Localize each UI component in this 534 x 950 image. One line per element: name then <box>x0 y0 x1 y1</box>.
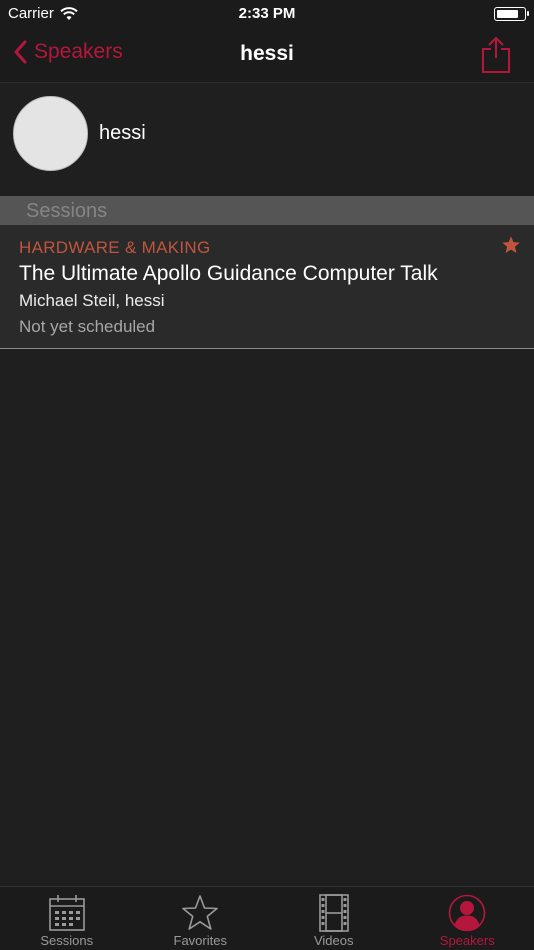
back-button-label: Speakers <box>34 40 123 63</box>
back-button[interactable]: Speakers <box>14 40 123 64</box>
share-icon[interactable] <box>480 36 512 74</box>
sessions-section-header: Sessions <box>0 196 534 225</box>
tab-favorites-label: Favorites <box>173 933 227 948</box>
speaker-header: hessi <box>0 84 534 196</box>
battery-fill <box>497 10 519 18</box>
avatar <box>13 96 88 171</box>
tab-bar: Sessions Favorites Videos Speakers <box>0 886 534 950</box>
navigation-bar: Speakers hessi <box>0 28 534 83</box>
session-row[interactable]: HARDWARE & MAKING The Ultimate Apollo Gu… <box>0 225 534 349</box>
status-bar: Carrier 2:33 PM <box>0 0 534 28</box>
session-status: Not yet scheduled <box>19 317 156 336</box>
session-speakers: Michael Steil, hessi <box>19 291 165 310</box>
tab-sessions[interactable]: Sessions <box>0 887 134 950</box>
battery-icon <box>494 7 529 21</box>
star-icon <box>182 895 219 930</box>
tab-sessions-label: Sessions <box>40 933 94 948</box>
tab-videos-label: Videos <box>313 933 354 948</box>
session-track: HARDWARE & MAKING <box>19 238 211 257</box>
speaker-name: hessi <box>99 122 146 144</box>
calendar-icon <box>48 895 85 931</box>
speaker-detail-screen: Carrier 2:33 PM Speakers hessi hessi Ses… <box>0 0 534 950</box>
favorite-star-icon[interactable] <box>501 235 521 255</box>
chevron-left-icon <box>14 40 27 64</box>
tab-speakers[interactable]: Speakers <box>401 887 534 950</box>
film-icon <box>318 894 349 932</box>
tab-speakers-label: Speakers <box>439 933 495 948</box>
tab-videos[interactable]: Videos <box>267 887 401 950</box>
status-time: 2:33 PM <box>238 5 296 22</box>
session-title: The Ultimate Apollo Guidance Computer Ta… <box>19 262 438 285</box>
person-icon <box>448 894 486 932</box>
tab-favorites[interactable]: Favorites <box>134 887 268 950</box>
